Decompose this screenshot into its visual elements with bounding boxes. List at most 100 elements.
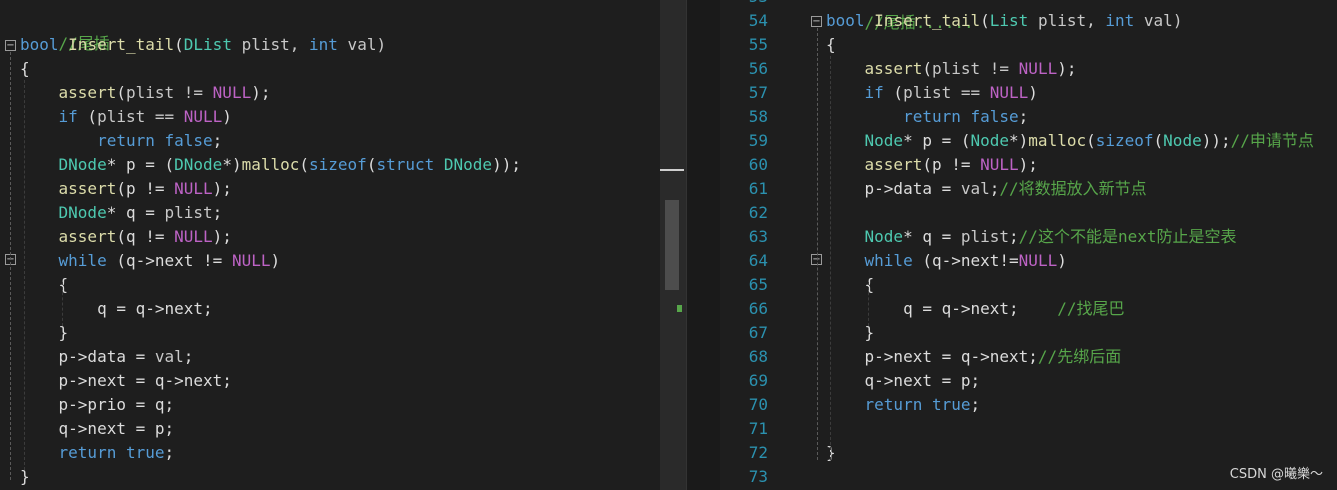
- watermark: CSDN @曦樂～: [1229, 467, 1323, 482]
- line-number: 71: [748, 419, 768, 438]
- code-token: (: [980, 11, 990, 30]
- code-line[interactable]: if (plist == NULL): [826, 81, 1038, 105]
- code-line[interactable]: assert(plist != NULL);: [826, 57, 1077, 81]
- code-token: ;: [989, 179, 1000, 198]
- code-line[interactable]: }: [20, 321, 69, 345]
- code-token: (: [174, 35, 184, 54]
- code-line[interactable]: p->prio = q;: [20, 393, 175, 417]
- code-line[interactable]: return true;: [20, 441, 175, 465]
- code-token: Insert_tail: [68, 35, 175, 54]
- code-token: (: [299, 155, 310, 174]
- code-token: malloc: [1028, 131, 1087, 150]
- code-line[interactable]: Node* q = plist;//这个不能是next防止是空表: [826, 225, 1237, 249]
- code-token: * p = (: [106, 155, 175, 174]
- code-line[interactable]: bool Insert_tail(List plist, int val): [826, 9, 1182, 33]
- line-number: 73: [748, 467, 768, 486]
- left-editor-pane[interactable]: //尾插 bool Insert_tail(DList plist, int v…: [0, 0, 660, 490]
- code-token: (p !=: [922, 155, 981, 174]
- code-token: NULL: [980, 155, 1019, 174]
- code-token: false: [164, 131, 213, 150]
- code-token: ));: [1201, 131, 1231, 150]
- code-line[interactable]: {: [826, 33, 836, 57]
- line-number: 62: [748, 203, 768, 222]
- code-line[interactable]: while (q->next != NULL): [20, 249, 281, 273]
- code-line[interactable]: q = q->next; //找尾巴: [826, 297, 1124, 321]
- code-token: NULL: [174, 227, 213, 246]
- code-token: ;: [164, 443, 175, 462]
- code-token: Node: [864, 131, 904, 150]
- code-token: {: [826, 35, 836, 54]
- code-line[interactable]: q = q->next;: [20, 297, 213, 321]
- code-line[interactable]: return false;: [20, 129, 222, 153]
- code-line[interactable]: DNode* p = (DNode*)malloc(sizeof(struct …: [20, 153, 521, 177]
- code-token: return: [97, 131, 155, 150]
- code-line[interactable]: bool Insert_tail(DList plist, int val): [20, 33, 386, 57]
- collapse-icon[interactable]: −: [811, 16, 822, 27]
- code-token: return: [864, 395, 923, 414]
- code-line[interactable]: assert(p != NULL);: [20, 177, 232, 201]
- code-token: );: [212, 179, 232, 198]
- code-line[interactable]: if (plist == NULL): [20, 105, 232, 129]
- code-token: );: [212, 227, 232, 246]
- code-line[interactable]: assert(q != NULL);: [20, 225, 232, 249]
- pane-divider[interactable]: [686, 0, 721, 490]
- code-token: * p = (: [903, 131, 971, 150]
- code-line[interactable]: {: [20, 273, 69, 297]
- code-token: Node: [1163, 131, 1202, 150]
- code-token: int: [309, 35, 338, 54]
- code-line[interactable]: {: [826, 273, 875, 297]
- code-line[interactable]: while (q->next!=NULL): [826, 249, 1067, 273]
- code-token: ): [1057, 251, 1067, 270]
- code-token: Insert_tail: [874, 11, 981, 30]
- scrollbar-thumb[interactable]: [665, 200, 679, 290]
- code-token: val): [337, 35, 387, 54]
- line-number: 58: [748, 107, 768, 126]
- code-line[interactable]: assert(plist != NULL);: [20, 81, 271, 105]
- code-token: assert: [58, 83, 117, 102]
- code-token: {: [20, 59, 30, 78]
- code-token: return: [903, 107, 961, 126]
- code-line[interactable]: p->data = val;: [20, 345, 194, 369]
- code-token: //这个不能是next防止是空表: [1018, 227, 1237, 246]
- code-token: p->data =: [20, 347, 155, 366]
- code-line[interactable]: assert(p != NULL);: [826, 153, 1038, 177]
- code-token: (: [922, 59, 932, 78]
- change-marker: [677, 305, 682, 312]
- code-token: DList: [183, 35, 232, 54]
- left-scrollbar[interactable]: [660, 0, 686, 490]
- line-number: 55: [748, 35, 768, 54]
- code-line[interactable]: q->next = p;: [826, 369, 981, 393]
- line-number: 64: [748, 251, 768, 270]
- code-token: (q !=: [116, 227, 175, 246]
- code-line[interactable]: Node* p = (Node*)malloc(sizeof(Node));//…: [826, 129, 1314, 153]
- code-token: * q =: [106, 203, 165, 222]
- code-line[interactable]: return false;: [826, 105, 1028, 129]
- code-token: ;: [212, 203, 223, 222]
- code-token: NULL: [183, 107, 223, 126]
- code-token: ;: [1018, 107, 1029, 126]
- right-editor-pane[interactable]: 53 54 55 56 57 58 59 60 61 62 63 64 65 66 67 68 69 70 71 72…: [720, 0, 1337, 490]
- code-line[interactable]: p->next = q->next;//先绑后面: [826, 345, 1122, 369]
- code-line[interactable]: {: [20, 57, 30, 81]
- code-line[interactable]: p->next = q->next;: [20, 369, 232, 393]
- code-token: List: [989, 11, 1029, 30]
- code-token: plist ==: [903, 83, 990, 102]
- line-number: 68: [748, 347, 768, 366]
- code-token: ): [222, 107, 232, 126]
- code-line[interactable]: DNode* q = plist;: [20, 201, 223, 225]
- code-line[interactable]: q->next = p;: [20, 417, 175, 441]
- code-token: //将数据放入新节点: [999, 179, 1147, 198]
- code-token: (: [883, 83, 904, 102]
- code-token: int: [1105, 11, 1135, 30]
- code-line[interactable]: p->data = val;//将数据放入新节点: [826, 177, 1147, 201]
- code-line[interactable]: return true;: [826, 393, 981, 417]
- code-token: );: [1018, 155, 1038, 174]
- code-token: ): [1028, 83, 1038, 102]
- line-number: 66: [748, 299, 768, 318]
- collapse-icon[interactable]: −: [5, 40, 16, 51]
- code-line[interactable]: }: [826, 321, 875, 345]
- code-token: );: [1057, 59, 1077, 78]
